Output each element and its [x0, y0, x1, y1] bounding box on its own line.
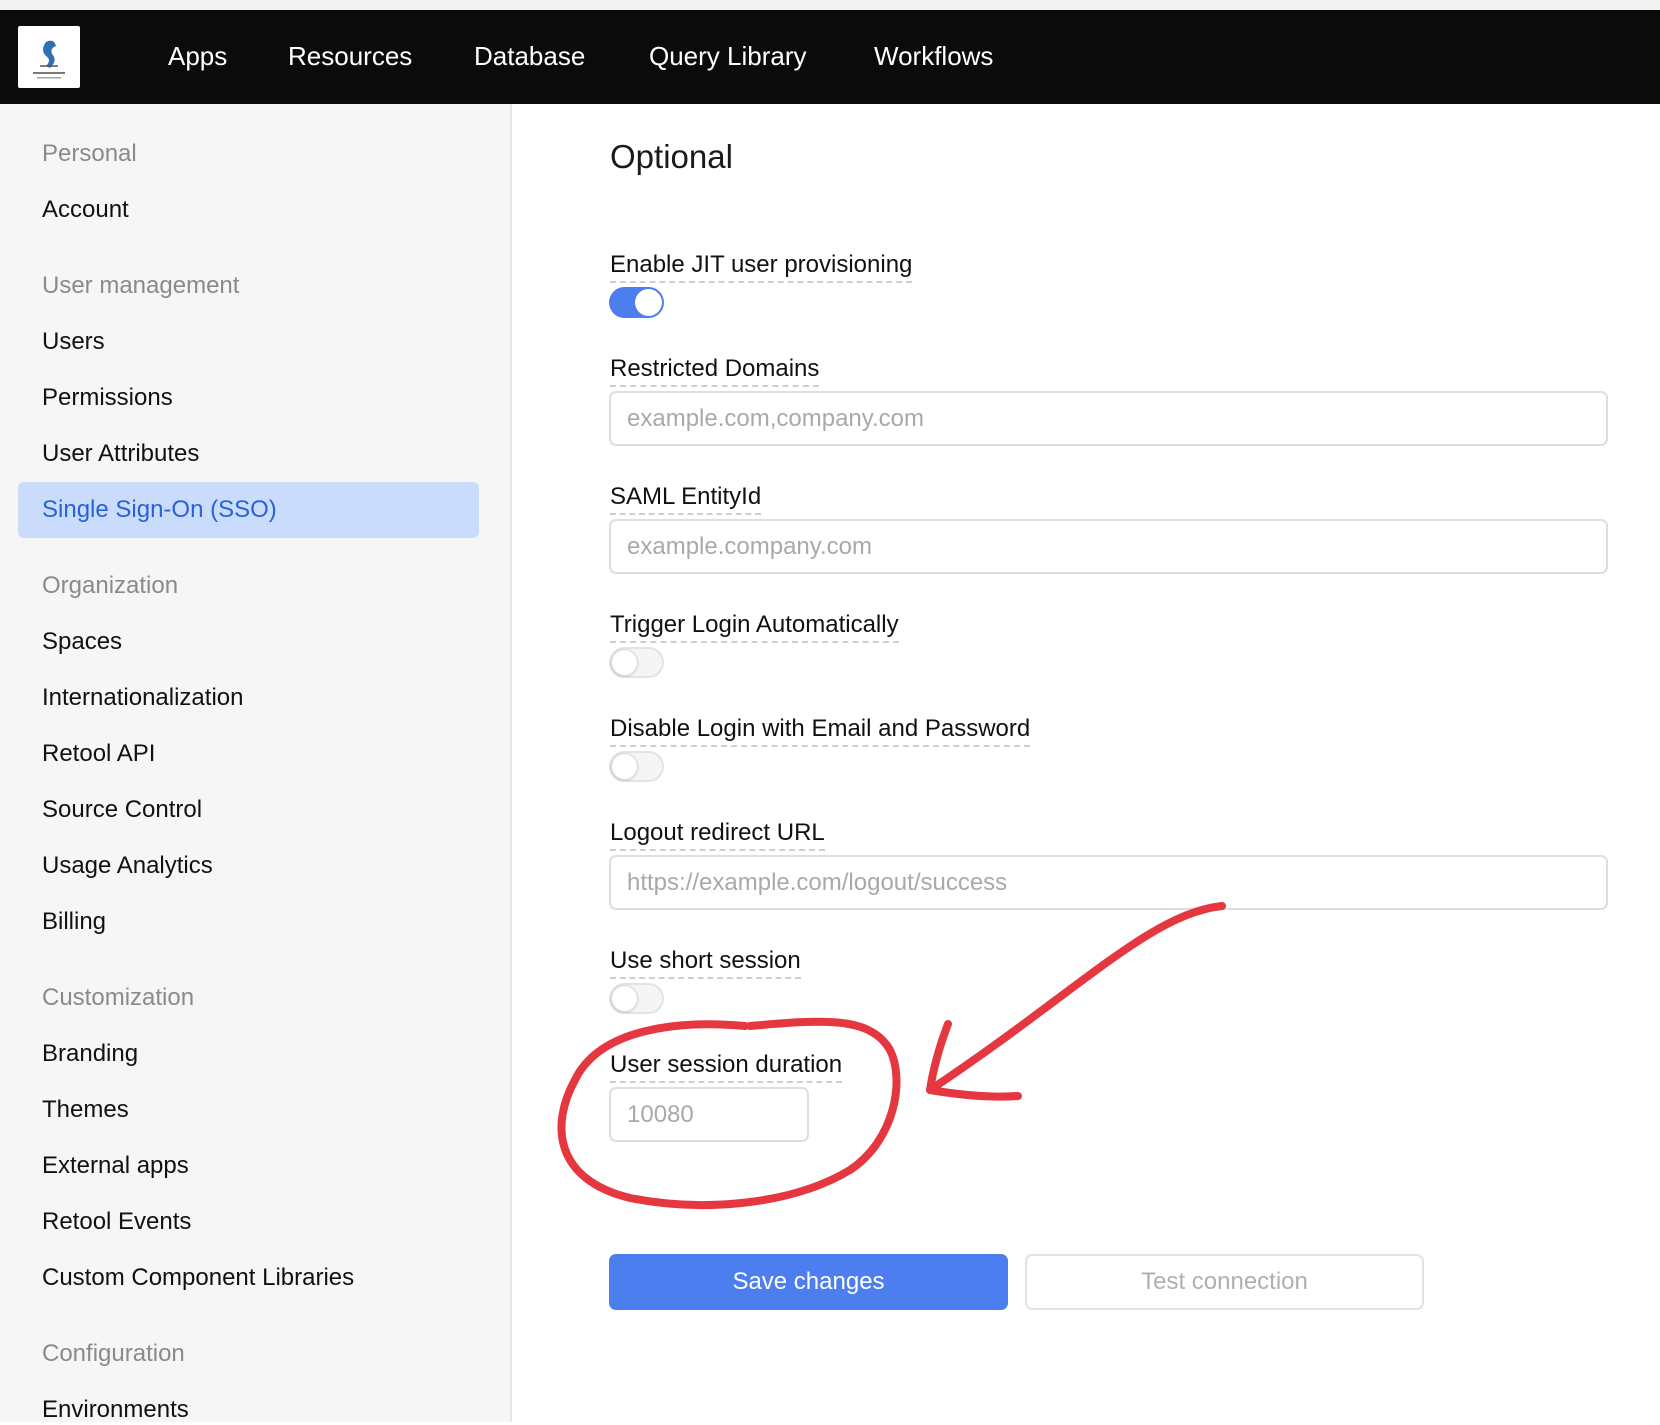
logo-icon	[33, 40, 65, 79]
jit-toggle[interactable]	[609, 287, 664, 318]
restricted-domains-input[interactable]	[609, 391, 1608, 446]
session-duration-label: User session duration	[610, 1050, 843, 1083]
trigger-login-toggle[interactable]	[609, 647, 664, 678]
test-connection-button[interactable]: Test connection	[1025, 1254, 1424, 1310]
sidebar-item-branding[interactable]: Branding	[42, 1039, 138, 1069]
toggle-knob	[611, 985, 638, 1012]
trigger-login-label: Trigger Login Automatically	[610, 610, 899, 643]
toggle-knob	[611, 753, 638, 780]
nav-query-library[interactable]: Query Library	[649, 40, 807, 72]
disable-login-label: Disable Login with Email and Password	[610, 714, 1031, 747]
annotation-arrow-shaft	[926, 902, 1226, 1094]
sidebar-item-source-control[interactable]: Source Control	[42, 795, 202, 825]
sidebar-item-retool-events[interactable]: Retool Events	[42, 1207, 191, 1237]
sidebar-item-external-apps[interactable]: External apps	[42, 1151, 189, 1181]
saml-entity-id-label: SAML EntityId	[610, 482, 762, 515]
settings-sidebar: Personal Account User management Users P…	[0, 104, 512, 1425]
sidebar-item-internationalization[interactable]: Internationalization	[42, 683, 243, 713]
sidebar-item-themes[interactable]: Themes	[42, 1095, 129, 1125]
sidebar-heading-organization: Organization	[42, 572, 179, 599]
nav-database[interactable]: Database	[474, 40, 585, 72]
sidebar-heading-customization: Customization	[42, 984, 195, 1011]
toggle-knob	[635, 289, 662, 316]
toggle-knob	[611, 649, 638, 676]
sidebar-item-user-attributes[interactable]: User Attributes	[42, 439, 199, 469]
section-title: Optional	[610, 138, 733, 175]
session-duration-input[interactable]	[609, 1087, 809, 1142]
logout-redirect-input[interactable]	[609, 855, 1608, 910]
jit-label: Enable JIT user provisioning	[610, 250, 913, 283]
short-session-label: Use short session	[610, 946, 801, 979]
sidebar-item-account[interactable]: Account	[42, 195, 129, 225]
nav-apps[interactable]: Apps	[168, 40, 227, 72]
save-changes-button[interactable]: Save changes	[609, 1254, 1008, 1310]
sidebar-heading-user-management: User management	[42, 272, 240, 299]
logout-redirect-label: Logout redirect URL	[610, 818, 825, 851]
saml-entity-id-input[interactable]	[609, 519, 1608, 574]
nav-workflows[interactable]: Workflows	[874, 40, 993, 72]
nav-resources[interactable]: Resources	[288, 40, 412, 72]
sidebar-item-usage-analytics[interactable]: Usage Analytics	[42, 851, 213, 881]
sidebar-heading-personal: Personal	[42, 140, 137, 167]
sidebar-item-users[interactable]: Users	[42, 327, 105, 357]
sidebar-item-custom-component-libraries[interactable]: Custom Component Libraries	[42, 1263, 354, 1293]
sidebar-item-sso[interactable]: Single Sign-On (SSO)	[42, 495, 277, 525]
sidebar-item-environments[interactable]: Environments	[42, 1395, 189, 1425]
sidebar-item-retool-api[interactable]: Retool API	[42, 739, 155, 769]
disable-login-toggle[interactable]	[609, 751, 664, 782]
annotation-arrow-head	[926, 1020, 1022, 1101]
org-logo[interactable]	[18, 26, 80, 88]
sidebar-item-billing[interactable]: Billing	[42, 907, 106, 937]
sidebar-heading-configuration: Configuration	[42, 1340, 185, 1367]
top-navigation-bar: Apps Resources Database Query Library Wo…	[0, 10, 1660, 104]
sidebar-item-spaces[interactable]: Spaces	[42, 627, 122, 657]
top-strip	[0, 0, 1660, 10]
short-session-toggle[interactable]	[609, 983, 664, 1014]
restricted-domains-label: Restricted Domains	[610, 354, 820, 387]
sidebar-item-permissions[interactable]: Permissions	[42, 383, 173, 413]
